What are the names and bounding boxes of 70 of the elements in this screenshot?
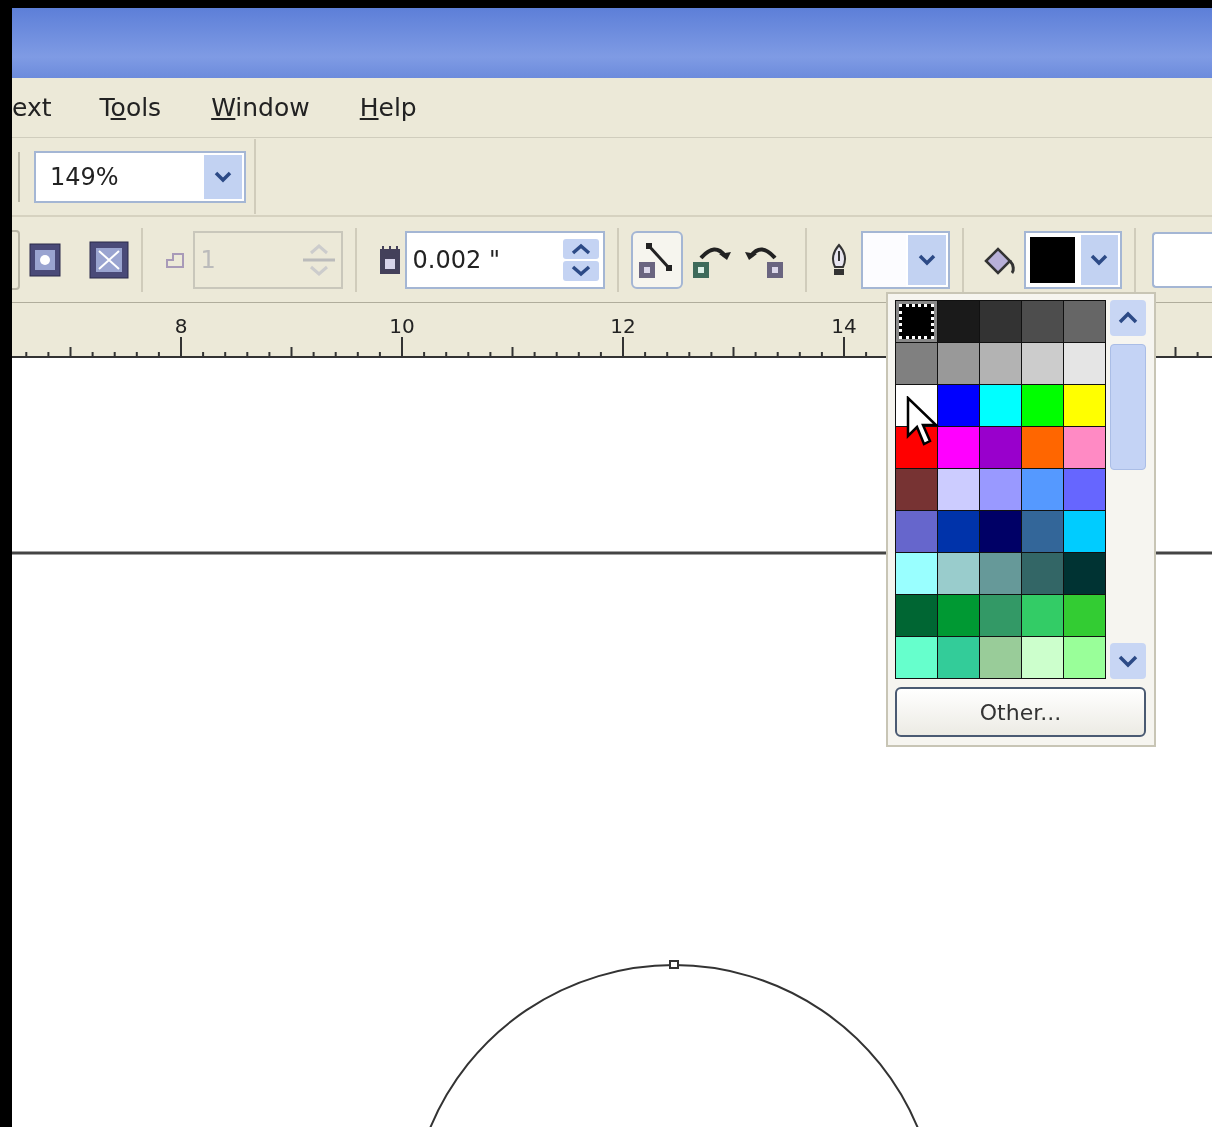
color-swatch[interactable] xyxy=(938,511,979,552)
color-swatch[interactable] xyxy=(1022,469,1063,510)
color-swatch[interactable] xyxy=(1022,553,1063,594)
color-swatch[interactable] xyxy=(896,301,937,342)
color-swatch[interactable] xyxy=(980,385,1021,426)
input-field[interactable] xyxy=(1152,231,1212,288)
nudge-icon xyxy=(378,244,401,275)
toolbar-button[interactable] xyxy=(630,230,683,289)
color-swatch[interactable] xyxy=(938,553,979,594)
node-handle[interactable] xyxy=(669,960,679,969)
color-swatch[interactable] xyxy=(938,385,979,426)
color-swatch[interactable] xyxy=(980,427,1021,468)
color-swatch[interactable] xyxy=(1064,385,1105,426)
color-swatch[interactable] xyxy=(1064,553,1105,594)
ruler-label: 14 xyxy=(831,314,857,338)
color-swatch[interactable] xyxy=(896,637,937,678)
color-swatch[interactable] xyxy=(938,595,979,636)
menu-item[interactable]: Help xyxy=(359,93,417,122)
color-swatch[interactable] xyxy=(980,637,1021,678)
color-swatch[interactable] xyxy=(1022,301,1063,342)
color-swatch[interactable] xyxy=(1022,385,1063,426)
color-swatch[interactable] xyxy=(1064,343,1105,384)
ruler-label: 8 xyxy=(174,314,188,338)
color-swatch[interactable] xyxy=(938,427,979,468)
menu-item[interactable]: Tools xyxy=(99,93,162,122)
color-swatch[interactable] xyxy=(1022,637,1063,678)
color-swatch[interactable] xyxy=(1022,595,1063,636)
zoom-combo[interactable]: 149% xyxy=(34,150,246,203)
outline-color-dropdown[interactable] xyxy=(860,230,950,289)
chevron-down-icon xyxy=(1117,654,1139,668)
color-swatch[interactable] xyxy=(980,511,1021,552)
color-swatch[interactable] xyxy=(1022,427,1063,468)
other-button[interactable]: Other... xyxy=(895,687,1146,737)
nudge-spin-field[interactable]: 0.002 " xyxy=(404,230,605,289)
color-swatch[interactable] xyxy=(896,469,937,510)
color-swatch[interactable] xyxy=(938,469,979,510)
color-swatch[interactable] xyxy=(896,343,937,384)
scroll-thumb[interactable] xyxy=(1110,344,1146,470)
color-swatch[interactable] xyxy=(896,511,937,552)
fill-color-dropdown[interactable] xyxy=(1024,230,1122,289)
color-swatch[interactable] xyxy=(938,343,979,384)
color-swatch[interactable] xyxy=(1064,595,1105,636)
color-swatch[interactable] xyxy=(980,553,1021,594)
color-swatch[interactable] xyxy=(980,469,1021,510)
color-swatch[interactable] xyxy=(980,595,1021,636)
spin-arrows-icon[interactable] xyxy=(560,236,601,283)
menu-item[interactable]: ext xyxy=(12,93,52,122)
color-swatch[interactable] xyxy=(938,301,979,342)
ruler-label: 12 xyxy=(610,314,636,338)
color-swatch[interactable] xyxy=(1064,427,1105,468)
color-swatch[interactable] xyxy=(1022,511,1063,552)
color-swatch[interactable] xyxy=(896,553,937,594)
chevron-up-icon xyxy=(1117,311,1139,325)
ruler-label: 10 xyxy=(389,314,415,338)
scroll-up-button[interactable] xyxy=(1110,300,1146,336)
frame-icon[interactable] xyxy=(28,242,61,277)
color-swatch[interactable] xyxy=(1022,343,1063,384)
scrollbar[interactable] xyxy=(1110,300,1146,679)
color-swatch[interactable] xyxy=(980,343,1021,384)
color-swatch[interactable] xyxy=(980,301,1021,342)
menu-item[interactable]: Window xyxy=(211,93,310,122)
color-swatch[interactable] xyxy=(1064,469,1105,510)
step-icon xyxy=(164,250,185,269)
color-swatch[interactable] xyxy=(1064,301,1105,342)
color-swatch[interactable] xyxy=(1064,511,1105,552)
scroll-down-button[interactable] xyxy=(1110,643,1146,679)
color-swatch[interactable] xyxy=(896,595,937,636)
frame-icon[interactable] xyxy=(88,240,129,279)
color-swatch[interactable] xyxy=(1064,637,1105,678)
color-swatch[interactable] xyxy=(938,637,979,678)
